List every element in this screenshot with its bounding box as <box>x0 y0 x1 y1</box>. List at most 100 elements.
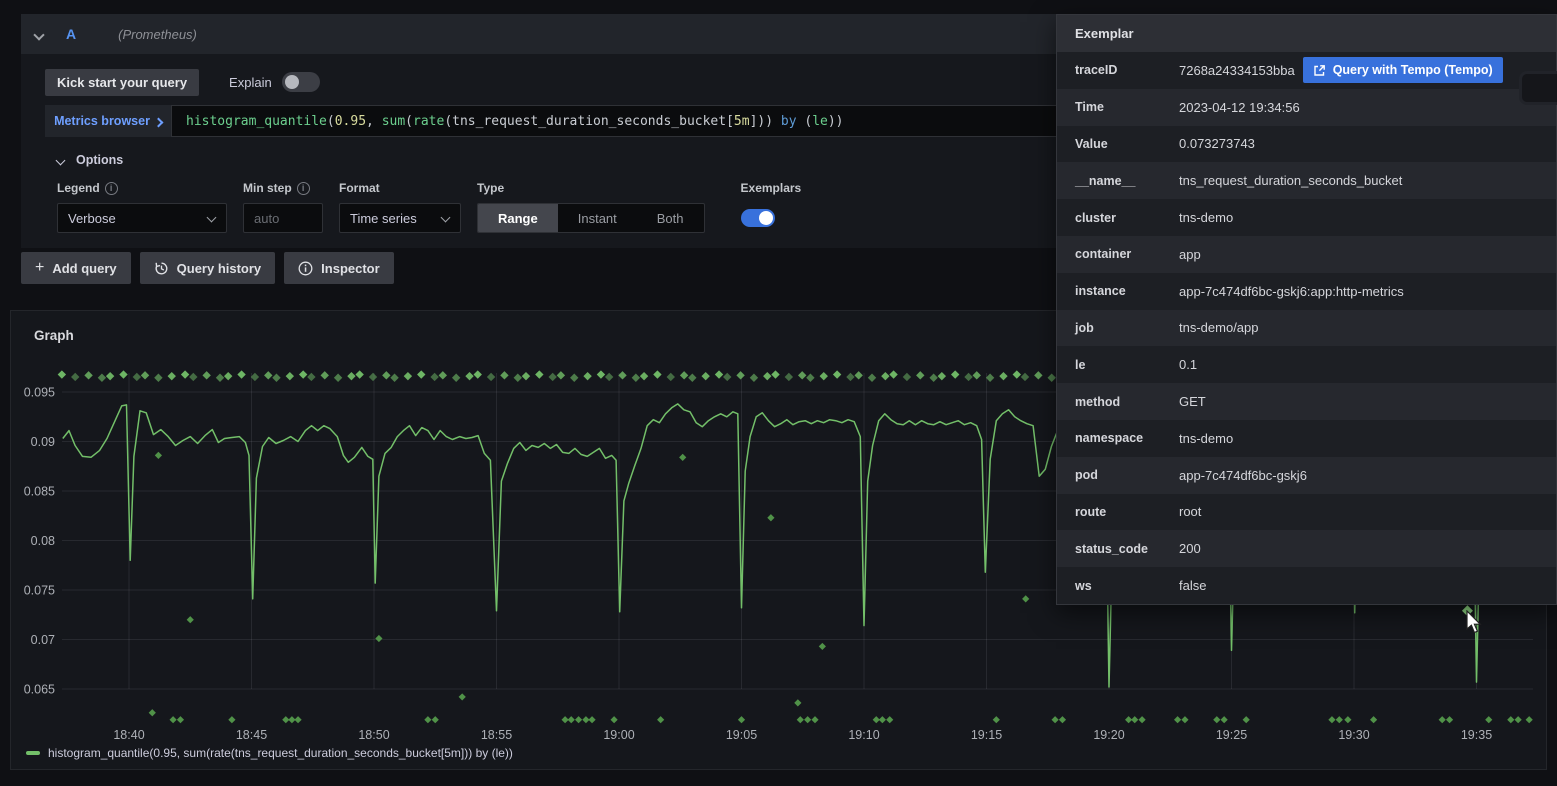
exemplar-diamond <box>618 371 626 379</box>
exemplar-value: tns-demo/app <box>1179 320 1259 335</box>
exemplar-diamond <box>886 716 893 723</box>
exemplar-diamond <box>1138 716 1145 723</box>
exemplar-diamond <box>282 716 289 723</box>
exemplar-diamond <box>889 370 897 378</box>
exemplar-diamond <box>1344 716 1351 723</box>
exemplar-diamond <box>557 371 565 379</box>
exemplar-diamond <box>133 373 141 381</box>
explain-toggle[interactable] <box>282 72 320 92</box>
exemplar-diamond <box>794 699 801 706</box>
exemplar-diamond <box>189 373 197 381</box>
exemplar-key: le <box>1075 358 1179 372</box>
options-title: Options <box>76 153 123 167</box>
exemplar-value: 0.073273743 <box>1179 136 1255 151</box>
inspector-button[interactable]: Inspector <box>284 252 394 284</box>
legend-select[interactable]: Verbose <box>57 203 227 233</box>
query-token: sum <box>382 114 405 129</box>
exemplar-key: ws <box>1075 579 1179 593</box>
chevron-down-icon <box>57 156 66 165</box>
exemplar-diamond <box>177 716 184 723</box>
metrics-browser-button[interactable]: Metrics browser <box>45 105 171 137</box>
y-axis-tick-label: 0.075 <box>24 584 55 598</box>
exemplar-diamond <box>149 709 156 716</box>
series-legend-item[interactable]: histogram_quantile(0.95, sum(rate(tns_re… <box>26 746 513 760</box>
exemplar-diamond <box>736 371 744 379</box>
query-history-button[interactable]: Query history <box>140 252 276 284</box>
exemplar-diamond <box>1022 595 1029 602</box>
exemplar-diamond <box>1328 716 1335 723</box>
exemplar-value: root <box>1179 504 1201 519</box>
add-query-button[interactable]: +Add query <box>21 252 131 284</box>
y-axis-tick-label: 0.085 <box>24 485 55 499</box>
query-token: ] <box>750 114 758 129</box>
query-with-tempo-button[interactable]: Query with Tempo (Tempo) <box>1303 57 1503 83</box>
exemplar-diamond <box>785 373 793 381</box>
exemplar-diamond <box>369 373 377 381</box>
x-axis-tick-label: 19:30 <box>1338 728 1369 742</box>
type-option-both[interactable]: Both <box>637 204 704 232</box>
kick-start-query-button[interactable]: Kick start your query <box>45 69 199 96</box>
exemplar-diamond <box>701 372 709 380</box>
query-token: )) <box>757 114 780 129</box>
query-token: )) <box>828 114 844 129</box>
action-button-label: Inspector <box>321 261 380 276</box>
datasource-name: (Prometheus) <box>118 27 197 42</box>
exemplar-diamond <box>993 716 1000 723</box>
exemplar-diamond <box>439 371 447 379</box>
exemplar-key: method <box>1075 395 1179 409</box>
exemplar-value: 200 <box>1179 541 1201 556</box>
exemplar-diamond <box>286 372 294 380</box>
min-step-input[interactable] <box>254 211 312 226</box>
tempo-button-label: Query with Tempo (Tempo) <box>1333 63 1493 77</box>
exemplar-row-cluster: clustertns-demo <box>1057 199 1556 236</box>
exemplar-diamond <box>833 370 841 378</box>
exemplar-key: instance <box>1075 284 1179 298</box>
exemplar-diamond <box>873 716 880 723</box>
exemplar-row-instance: instanceapp-7c474df6bc-gskj6:app:http-me… <box>1057 273 1556 310</box>
exemplar-diamond <box>459 693 466 700</box>
exemplar-diamond <box>155 452 162 459</box>
x-axis-tick-label: 19:15 <box>971 728 1002 742</box>
y-axis-tick-label: 0.065 <box>24 683 55 697</box>
query-token: tns_request_duration_seconds_bucket <box>452 114 726 129</box>
exemplar-diamond <box>375 635 382 642</box>
exemplar-diamond <box>514 374 522 382</box>
exemplar-diamond <box>417 370 425 378</box>
exemplar-diamond <box>854 371 862 379</box>
collapse-query-chevron-icon[interactable] <box>35 30 44 39</box>
exemplar-diamond <box>763 372 771 380</box>
exemplar-diamond <box>58 370 66 378</box>
exemplar-diamond <box>487 373 495 381</box>
exemplar-diamond <box>154 374 162 382</box>
exemplar-diamond <box>202 371 210 379</box>
exemplar-diamond <box>1048 374 1056 382</box>
query-actions-toolbar: +Add query Query history Inspector <box>21 252 394 284</box>
exemplar-diamond <box>806 374 814 382</box>
min-step-field[interactable] <box>243 203 323 233</box>
exemplar-diamond <box>1221 716 1228 723</box>
exemplar-diamond <box>216 374 224 382</box>
exemplar-tooltip-panel: Exemplar traceID7268a24334153bbaQuery wi… <box>1056 14 1557 605</box>
type-label: Type <box>477 181 504 195</box>
type-option-range[interactable]: Range <box>478 204 558 232</box>
exemplar-diamond <box>797 716 804 723</box>
exemplar-key: Value <box>1075 137 1179 151</box>
exemplar-key: pod <box>1075 468 1179 482</box>
exemplar-diamond <box>1059 716 1066 723</box>
exemplar-attributes-table: traceID7268a24334153bbaQuery with Tempo … <box>1057 52 1556 604</box>
query-token: 5m <box>734 114 750 129</box>
y-axis-tick-label: 0.095 <box>24 386 55 400</box>
exemplar-diamond <box>657 716 664 723</box>
query-token: histogram_quantile <box>186 114 327 129</box>
exemplar-diamond <box>846 373 854 381</box>
exemplar-diamond <box>605 373 613 381</box>
format-select[interactable]: Time series <box>339 203 461 233</box>
exemplar-diamond <box>170 716 177 723</box>
exemplars-toggle[interactable] <box>741 209 775 227</box>
exemplar-row-route: routeroot <box>1057 494 1556 531</box>
exemplar-diamond <box>228 716 235 723</box>
type-option-instant[interactable]: Instant <box>558 204 637 232</box>
exemplar-diamond <box>1336 716 1343 723</box>
exemplar-diamond <box>264 371 272 379</box>
exemplar-diamond <box>432 716 439 723</box>
